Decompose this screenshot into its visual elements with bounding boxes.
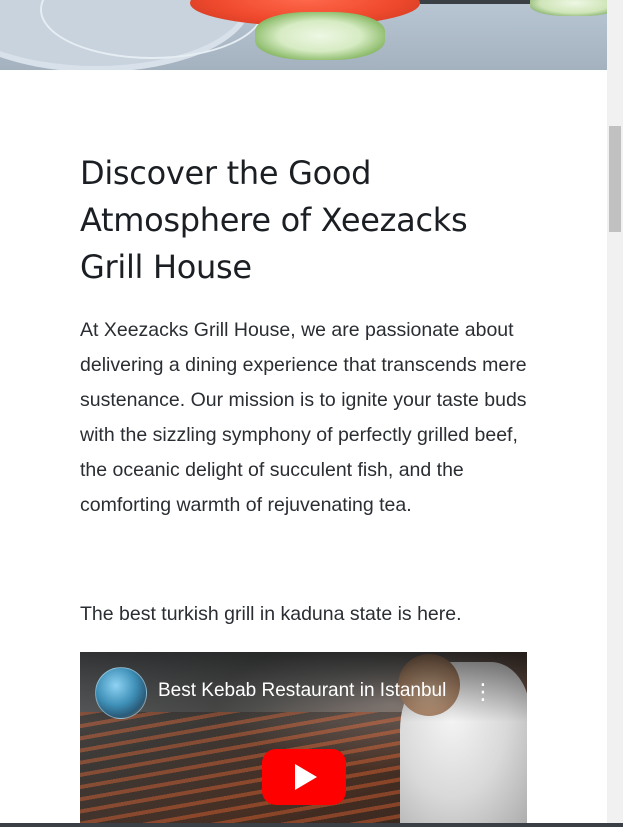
cucumber-graphic <box>255 12 385 60</box>
hero-image <box>0 0 607 70</box>
heading-line-3: Grill House <box>80 248 252 286</box>
youtube-embed[interactable]: Best Kebab Restaurant in Istanbul ⋮ <box>80 652 527 827</box>
article-heading: Discover the Good Atmosphere of Xeezacks… <box>80 150 530 291</box>
more-vert-icon[interactable]: ⋮ <box>472 680 494 706</box>
video-title[interactable]: Best Kebab Restaurant in Istanbul <box>158 679 458 703</box>
article-tagline: The best turkish grill in kaduna state i… <box>80 603 462 625</box>
bottom-border <box>0 823 623 827</box>
channel-avatar[interactable] <box>95 667 147 719</box>
scrollbar-thumb[interactable] <box>609 126 621 232</box>
page-scrollbar[interactable] <box>607 0 623 827</box>
heading-line-1: Discover the Good <box>80 154 372 192</box>
article-body: At Xeezacks Grill House, we are passiona… <box>80 319 527 516</box>
cucumber-slice-graphic <box>530 0 607 16</box>
article-section: Discover the Good Atmosphere of Xeezacks… <box>80 150 530 523</box>
youtube-play-icon[interactable] <box>262 749 346 805</box>
heading-line-2: Atmosphere of Xeezacks <box>80 201 468 239</box>
